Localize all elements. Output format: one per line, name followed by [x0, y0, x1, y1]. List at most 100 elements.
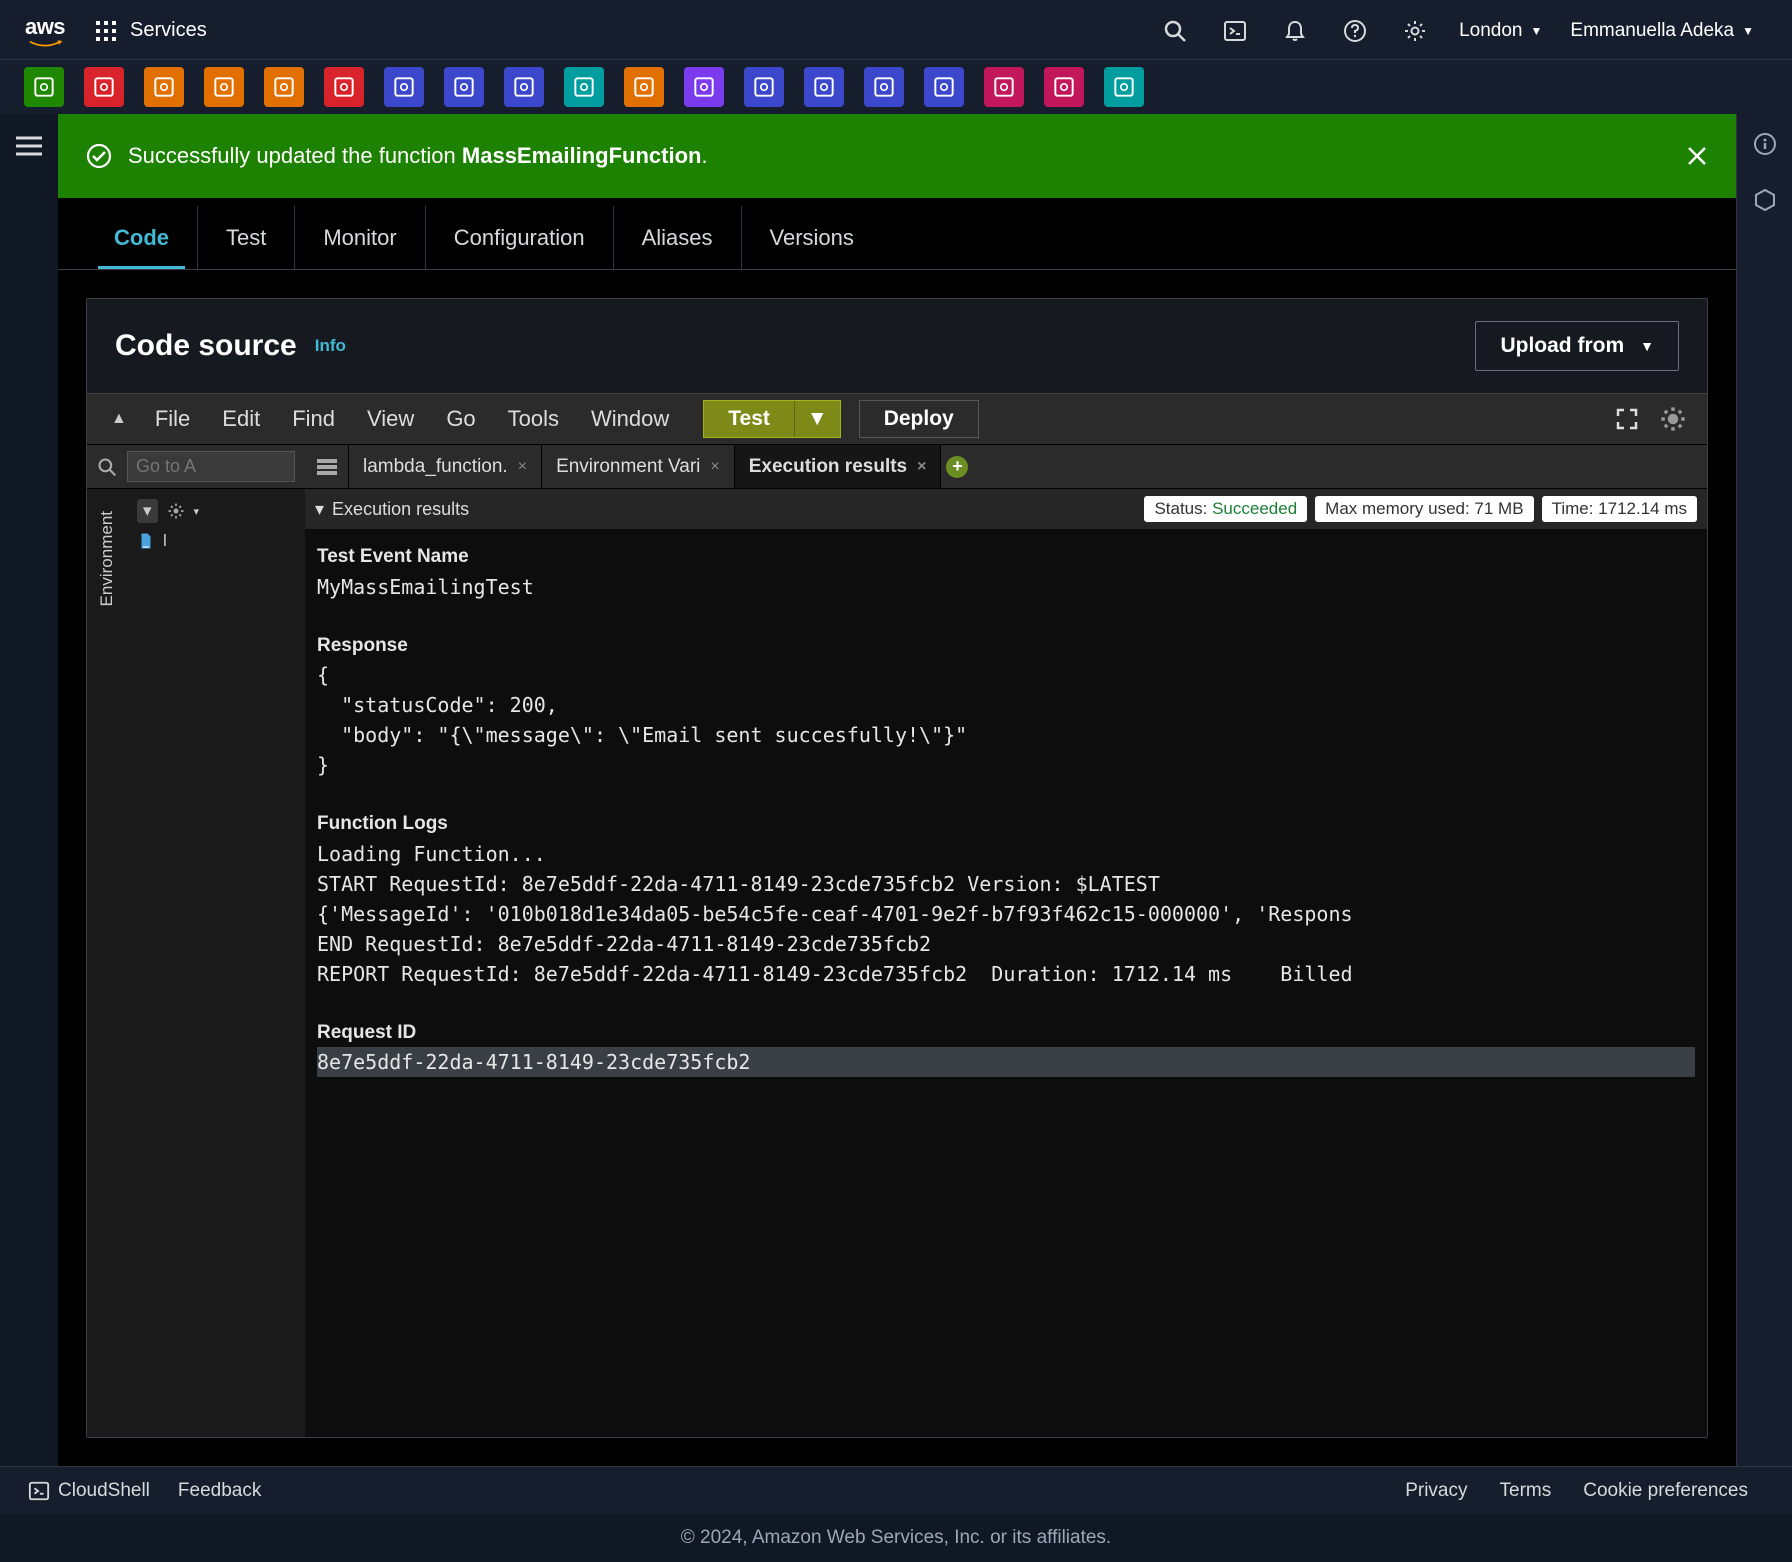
feedback-link[interactable]: Feedback	[178, 1480, 261, 1502]
aws-logo[interactable]: aws	[24, 14, 66, 48]
help-icon[interactable]	[1343, 19, 1367, 43]
function-logs: Loading Function... START RequestId: 8e7…	[317, 839, 1695, 989]
hamburger-icon[interactable]	[16, 136, 42, 156]
service-icon	[871, 74, 897, 100]
services-menu[interactable]: Services	[94, 19, 207, 43]
shortcut-cloudfront[interactable]	[804, 67, 844, 107]
shortcut-s3[interactable]	[84, 67, 124, 107]
close-icon[interactable]: ×	[917, 458, 926, 476]
shortcut-sqs[interactable]	[564, 67, 604, 107]
cloudshell-icon	[28, 1480, 50, 1502]
ide-menu-view[interactable]: View	[351, 406, 430, 431]
shortcut-ses[interactable]	[24, 67, 64, 107]
gear-icon[interactable]	[1659, 405, 1687, 433]
close-icon[interactable]	[1686, 145, 1708, 167]
shortcut-rds[interactable]	[444, 67, 484, 107]
hexagon-icon[interactable]	[1753, 188, 1777, 212]
service-icon	[631, 74, 657, 100]
shortcut-secrets[interactable]	[1044, 67, 1084, 107]
caret-down-icon: ▼	[1640, 338, 1654, 354]
tree-file[interactable]: l	[137, 527, 295, 555]
request-id-header: Request ID	[317, 1019, 1695, 1048]
tab-monitor[interactable]: Monitor	[295, 206, 425, 269]
tab-aliases[interactable]: Aliases	[614, 206, 742, 269]
cloudshell-icon[interactable]	[1223, 19, 1247, 43]
goto-input[interactable]	[127, 451, 295, 482]
gear-icon[interactable]	[166, 501, 186, 521]
shortcut-dynamodb[interactable]	[504, 67, 544, 107]
shortcut-ecs[interactable]	[204, 67, 244, 107]
upload-from-button[interactable]: Upload from▼	[1475, 321, 1679, 371]
chevron-down-icon[interactable]: ▾	[137, 499, 158, 523]
ide-test-button[interactable]: Test▼	[703, 400, 840, 438]
ide-menu-file[interactable]: File	[139, 406, 206, 431]
info-icon[interactable]	[1753, 132, 1777, 156]
grid-icon	[94, 19, 118, 43]
environment-label[interactable]: Environment	[97, 497, 117, 620]
add-tab-button[interactable]: +	[941, 445, 973, 488]
ide-tab[interactable]: lambda_function.×	[349, 445, 542, 488]
service-icon	[211, 74, 237, 100]
shortcut-iam[interactable]	[984, 67, 1024, 107]
ide-menu-find[interactable]: Find	[276, 406, 351, 431]
shortcut-lambda[interactable]	[624, 67, 664, 107]
request-id: 8e7e5ddf-22da-4711-8149-23cde735fcb2	[317, 1047, 1695, 1077]
panel-title: Code source	[115, 329, 297, 363]
shortcut-cloudwatch[interactable]	[324, 67, 364, 107]
close-icon[interactable]: ×	[710, 458, 719, 476]
shortcut-kms[interactable]	[1104, 67, 1144, 107]
shortcut-apigw[interactable]	[684, 67, 724, 107]
service-icon	[451, 74, 477, 100]
collapse-icon[interactable]: ▲	[99, 410, 139, 428]
chevron-down-icon[interactable]: ▾	[315, 499, 324, 520]
region-selector[interactable]: London▼	[1459, 20, 1542, 42]
services-label: Services	[130, 19, 207, 42]
tab-list-icon[interactable]	[305, 445, 349, 488]
test-event-name: MyMassEmailingTest	[317, 572, 1695, 602]
tab-code[interactable]: Code	[86, 206, 198, 269]
function-tabs: CodeTestMonitorConfigurationAliasesVersi…	[58, 206, 1736, 270]
shortcut-vpc[interactable]	[924, 67, 964, 107]
search-icon[interactable]	[97, 457, 117, 477]
shortcut-eks[interactable]	[264, 67, 304, 107]
gear-icon[interactable]	[1403, 19, 1427, 43]
tab-configuration[interactable]: Configuration	[426, 206, 614, 269]
shortcut-route53[interactable]	[864, 67, 904, 107]
ide-menu-go[interactable]: Go	[430, 406, 491, 431]
ide-deploy-button[interactable]: Deploy	[859, 400, 979, 438]
ide-tab[interactable]: Execution results×	[735, 445, 942, 488]
bell-icon[interactable]	[1283, 19, 1307, 43]
ide-menu-window[interactable]: Window	[575, 406, 685, 431]
service-icon	[571, 74, 597, 100]
cloud9-ide: ▲ FileEditFindViewGoToolsWindow Test▼ De…	[87, 393, 1707, 1437]
aws-smile-icon	[24, 40, 66, 48]
ide-menu-edit[interactable]: Edit	[206, 406, 276, 431]
service-icon	[271, 74, 297, 100]
fullscreen-icon[interactable]	[1615, 407, 1639, 431]
ide-tab[interactable]: Environment Vari×	[542, 445, 735, 488]
service-icon	[91, 74, 117, 100]
cloudshell-link[interactable]: CloudShell	[28, 1480, 150, 1502]
shortcut-codebuild[interactable]	[384, 67, 424, 107]
tab-test[interactable]: Test	[198, 206, 295, 269]
ide-menubar: ▲ FileEditFindViewGoToolsWindow Test▼ De…	[87, 393, 1707, 445]
close-icon[interactable]: ×	[518, 458, 527, 476]
service-icon	[751, 74, 777, 100]
caret-down-icon: ▼	[1742, 24, 1754, 38]
info-link[interactable]: Info	[315, 336, 346, 356]
shortcut-stepfn[interactable]	[744, 67, 784, 107]
caret-down-icon[interactable]: ▼	[795, 401, 840, 437]
test-event-name-header: Test Event Name	[317, 543, 1695, 572]
account-menu[interactable]: Emmanuella Adeka▼	[1570, 20, 1754, 42]
cookie-link[interactable]: Cookie preferences	[1583, 1480, 1748, 1502]
terms-link[interactable]: Terms	[1500, 1480, 1552, 1502]
response-header: Response	[317, 632, 1695, 661]
privacy-link[interactable]: Privacy	[1405, 1480, 1467, 1502]
shortcut-ec2[interactable]	[144, 67, 184, 107]
search-icon[interactable]	[1163, 19, 1187, 43]
service-icon	[151, 74, 177, 100]
ide-menu-tools[interactable]: Tools	[492, 406, 575, 431]
tab-versions[interactable]: Versions	[742, 206, 882, 269]
service-icon	[811, 74, 837, 100]
execution-output[interactable]: Test Event Name MyMassEmailingTest Respo…	[305, 529, 1707, 1437]
